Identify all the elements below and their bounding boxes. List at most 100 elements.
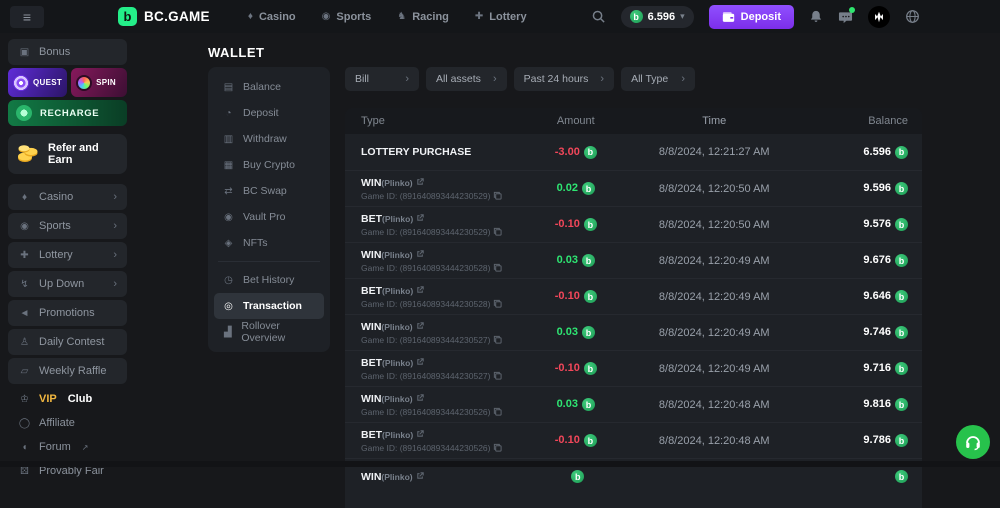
copy-icon[interactable] — [493, 263, 502, 272]
cell-balance: 6.596b — [807, 146, 922, 159]
type-line: BET(Plinko) — [361, 357, 530, 369]
game-link-icon[interactable] — [416, 357, 425, 366]
game-link-icon[interactable] — [416, 213, 425, 222]
copy-icon[interactable] — [493, 407, 502, 416]
lottery-icon: ✚ — [18, 250, 31, 261]
sidebar-item-daily-contest[interactable]: ♙Daily Contest — [8, 329, 127, 355]
copy-icon[interactable] — [493, 371, 502, 380]
game-link-icon[interactable] — [416, 249, 425, 258]
wallet-menu-item-bc-swap[interactable]: ⇄BC Swap — [214, 178, 324, 204]
language-globe-icon[interactable] — [905, 9, 920, 24]
sidebar-item-label: Sports — [39, 220, 71, 232]
user-avatar[interactable] — [868, 6, 890, 28]
bc-coin-icon: b — [895, 362, 908, 375]
wallet-menu-item-nfts[interactable]: ◈NFTs — [214, 230, 324, 256]
bc-coin-icon: b — [582, 182, 595, 195]
sidebar-item-lottery[interactable]: ✚Lottery› — [8, 242, 127, 268]
logo[interactable]: b BC.GAME — [118, 7, 210, 26]
sidebar-item-sports[interactable]: ◉Sports› — [8, 213, 127, 239]
transaction-type: LOTTERY PURCHASE — [361, 146, 471, 158]
wallet-menu-item-withdraw[interactable]: ▥Withdraw — [214, 126, 324, 152]
sidebar-item-label: Lottery — [39, 249, 73, 261]
game-name: (Plinko) — [381, 394, 412, 404]
bc-coin-icon: b — [895, 470, 908, 483]
search-icon[interactable] — [591, 9, 606, 24]
sidebar-card-spin[interactable]: SPIN — [71, 68, 127, 97]
nav-item-lottery[interactable]: ✚Lottery — [475, 11, 527, 23]
game-link-icon[interactable] — [416, 471, 425, 480]
game-link-icon[interactable] — [416, 429, 425, 438]
filter-past-24-hours[interactable]: Past 24 hours› — [514, 67, 614, 91]
sidebar-item-recharge[interactable]: RECHARGE — [8, 100, 127, 126]
sidebar-item-vipclub[interactable]: ♔VIPClub — [8, 387, 127, 411]
hamburger-menu-icon[interactable]: ≡ — [10, 6, 44, 28]
wallet-icon: ▤ — [222, 82, 235, 93]
game-link-icon[interactable] — [416, 393, 425, 402]
wallet-menu-divider — [218, 261, 320, 262]
wallet-menu-label: Balance — [243, 81, 281, 93]
wallet-menu-item-transaction[interactable]: ◎Transaction — [214, 293, 324, 319]
copy-icon[interactable] — [493, 227, 502, 236]
wallet-menu-item-balance[interactable]: ▤ Balance — [214, 74, 324, 100]
filter-label: All assets — [436, 73, 481, 85]
notifications-bell-icon[interactable] — [809, 9, 823, 24]
balance-selector[interactable]: b 6.596 ▾ — [621, 6, 694, 28]
sidebar-item-casino[interactable]: ♦Casino› — [8, 184, 127, 210]
cell-amount: 0.02b — [530, 182, 622, 195]
wallet-menu-item-bet-history[interactable]: ◷Bet History — [214, 267, 324, 293]
game-link-icon[interactable] — [416, 285, 425, 294]
quest-icon — [13, 75, 29, 91]
wallet-menu-item-buy-crypto[interactable]: ▦Buy Crypto — [214, 152, 324, 178]
filter-bill[interactable]: Bill› — [345, 67, 419, 91]
spin-icon — [76, 75, 92, 91]
copy-icon[interactable] — [493, 299, 502, 308]
bc-coin-icon: b — [582, 398, 595, 411]
sidebar-item-forum[interactable]: ◖Forum↗ — [8, 435, 127, 459]
sidebar-item-bonus[interactable]: ▣ Bonus — [8, 39, 127, 65]
sidebar-links: ♔VIPClub◯Affiliate◖Forum↗⚄Provably Fair — [8, 387, 127, 483]
filter-all-type[interactable]: All Type› — [621, 67, 695, 91]
transaction-type: BET — [361, 357, 382, 369]
sidebar-item-affiliate[interactable]: ◯Affiliate — [8, 411, 127, 435]
amount-value: -0.10 — [555, 290, 580, 302]
cell-balance: 9.716b — [807, 362, 922, 375]
transaction-type: BET — [361, 429, 382, 441]
copy-icon[interactable] — [493, 191, 502, 200]
wallet-menu-item-vault-pro[interactable]: ◉Vault Pro — [214, 204, 324, 230]
type-line: WIN(Plinko) — [361, 177, 530, 189]
cell-time: 8/8/2024, 12:20:49 AM — [622, 291, 807, 303]
filter-all-assets[interactable]: All assets› — [426, 67, 507, 91]
raffle-icon: ▱ — [18, 366, 31, 377]
chevron-right-icon: › — [113, 278, 117, 290]
bc-coin-icon: b — [584, 434, 597, 447]
sidebar-item-up-down[interactable]: ↯Up Down› — [8, 271, 127, 297]
sidebar-item-refer-and-earn[interactable]: Refer and Earn — [8, 134, 127, 174]
nav-item-racing[interactable]: ♞Racing — [397, 11, 449, 23]
type-line: BET(Plinko) — [361, 213, 530, 225]
copy-icon[interactable] — [493, 335, 502, 344]
deposit-button[interactable]: Deposit — [709, 5, 794, 29]
game-link-icon[interactable] — [416, 177, 425, 186]
swap-icon: ⇄ — [222, 186, 235, 197]
game-id: Game ID: (891640893444230528) — [361, 299, 530, 309]
amount-value: -0.10 — [555, 434, 580, 446]
lottery-icon: ✚ — [475, 11, 483, 22]
sidebar-item-label: Casino — [39, 191, 73, 203]
nav-item-sports[interactable]: ◉Sports — [322, 11, 372, 23]
live-support-button[interactable] — [956, 425, 990, 459]
cell-balance: 9.816b — [807, 398, 922, 411]
wallet-menu-item-rollover-overview[interactable]: ▟Rollover Overview — [214, 319, 324, 345]
game-link-icon[interactable] — [416, 321, 425, 330]
game-id: Game ID: (891640893444230528) — [361, 263, 530, 273]
copy-icon[interactable] — [493, 443, 502, 452]
page-title: WALLET — [208, 45, 264, 60]
sidebar-item-weekly-raffle[interactable]: ▱Weekly Raffle — [8, 358, 127, 384]
column-header-time: Time — [622, 115, 807, 127]
nav-item-casino[interactable]: ♦Casino — [248, 11, 296, 23]
wallet-menu-item-deposit[interactable]: ◔Deposit — [214, 100, 324, 126]
cell-type: WIN(Plinko)Game ID: (891640893444230527) — [345, 321, 530, 345]
chat-icon[interactable] — [838, 10, 853, 24]
chevron-right-icon: › — [405, 73, 409, 85]
sidebar-card-quest[interactable]: QUEST — [8, 68, 67, 97]
sidebar-item-promotions[interactable]: ◄Promotions — [8, 300, 127, 326]
